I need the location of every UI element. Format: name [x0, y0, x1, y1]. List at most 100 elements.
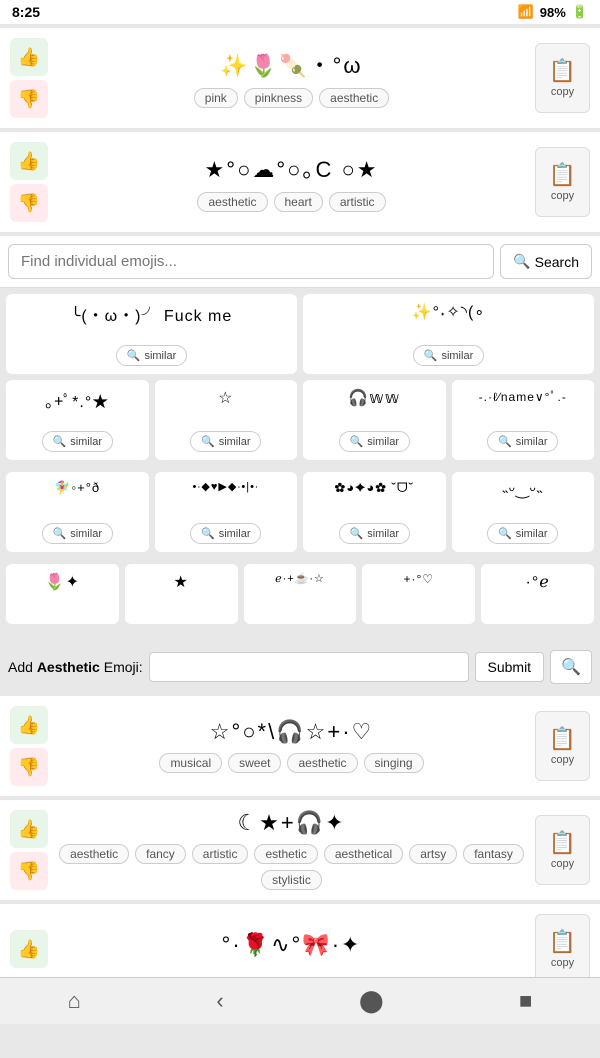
tags-1: pink pinkness aesthetic [56, 88, 527, 108]
vote-buttons-2: 👍 👎 [10, 142, 48, 222]
search-button[interactable]: 🔍 Search [500, 244, 592, 279]
time: 8:25 [12, 4, 40, 20]
back-icon: ‹ [216, 988, 223, 1013]
tag: aesthetic [59, 844, 129, 864]
search-icon-small: 🔍 [350, 435, 364, 448]
similar-btn[interactable]: 🔍 similar [487, 523, 558, 544]
tag: sweet [228, 753, 281, 773]
copy-btn-4[interactable]: 📋 copy [535, 815, 590, 885]
search-icon-small: 🔍 [498, 435, 512, 448]
grid-row-1: ｡+ﾟ*.°★ 🔍 similar ☆ 🔍 similar 🎧𝕨𝕨 🔍 simi… [6, 380, 594, 466]
downvote-btn-3[interactable]: 👎 [10, 748, 48, 786]
upvote-btn-3[interactable]: 👍 [10, 706, 48, 744]
grid-cell: 🧚‍♀️◦+°ð 🔍 similar [6, 472, 149, 552]
circle-btn[interactable]: ⬤ [359, 988, 384, 1014]
tag: aesthetical [324, 844, 403, 864]
grid-emoji: ·°ℯ [525, 572, 549, 592]
copy-btn-5[interactable]: 📋 copy [535, 914, 590, 984]
tag: musical [159, 753, 222, 773]
tag: heart [274, 192, 323, 212]
tag: artistic [329, 192, 386, 212]
tag: singing [364, 753, 424, 773]
search-icon: 🔍 [513, 253, 530, 270]
card-content-4: ☾★+🎧✦ aesthetic fancy artistic esthetic … [56, 810, 527, 890]
partial-card-right: ✨°˖✧◝(∘ 🔍 similar [303, 294, 594, 374]
emoji-display-4: ☾★+🎧✦ [56, 810, 527, 836]
search-icon-small: 🔍 [201, 527, 215, 540]
copy-icon: 📋 [549, 929, 576, 955]
downvote-btn-1[interactable]: 👎 [10, 80, 48, 118]
search-input[interactable] [8, 244, 494, 279]
similar-btn[interactable]: 🔍 similar [339, 431, 410, 452]
search-icon-small: 🔍 [201, 435, 215, 448]
grid-emoji: ｡+ﾟ*.°★ [45, 388, 109, 412]
similar-btn[interactable]: 🔍 similar [487, 431, 558, 452]
copy-icon: 📋 [549, 162, 576, 188]
emoji-card-4: 👍 👎 ☾★+🎧✦ aesthetic fancy artistic esthe… [0, 800, 600, 900]
similar-btn-partial-left[interactable]: 🔍 similar [116, 345, 187, 366]
tag: aesthetic [319, 88, 389, 108]
search-icon-small: 🔍 [53, 527, 67, 540]
search-icon-small: 🔍 [53, 435, 67, 448]
grid-cell: 🎧𝕨𝕨 🔍 similar [303, 380, 446, 460]
grid-emoji: 🧚‍♀️◦+°ð [54, 480, 100, 496]
grid-emoji: ℯ·+☕·☆ [275, 572, 325, 585]
copy-btn-1[interactable]: 📋 copy [535, 43, 590, 113]
search-icon-small: 🔍 [498, 527, 512, 540]
bottom-nav: ⌂ ‹ ⬤ ■ [0, 977, 600, 1024]
card-content-3: ☆°○*\🎧☆+·♡ musical sweet aesthetic singi… [56, 719, 527, 773]
similar-btn[interactable]: 🔍 similar [42, 431, 113, 452]
upvote-btn-1[interactable]: 👍 [10, 38, 48, 76]
grid-emoji: 🎧𝕨𝕨 [348, 388, 400, 408]
grid-cell: ˵ᵕ‿ᵕ˵ 🔍 similar [452, 472, 595, 552]
tag: fancy [135, 844, 186, 864]
downvote-btn-4[interactable]: 👎 [10, 852, 48, 890]
similar-btn[interactable]: 🔍 similar [339, 523, 410, 544]
copy-icon: 📋 [549, 726, 576, 752]
similar-btn-partial-right[interactable]: 🔍 similar [413, 345, 484, 366]
tag: pink [194, 88, 238, 108]
grid-emoji: ✿◕✦◕✿ ˘ᗜ˘ [334, 480, 414, 496]
tag: aesthetic [287, 753, 357, 773]
battery-icon: 🔋 [572, 4, 588, 20]
upvote-btn-2[interactable]: 👍 [10, 142, 48, 180]
grid-cell: -.·ℓ∕name∨°ﾟ.- 🔍 similar [452, 380, 595, 460]
grid-cell: ✿◕✦◕✿ ˘ᗜ˘ 🔍 similar [303, 472, 446, 552]
partial-emoji-right: ✨°˖✧◝(∘ [412, 302, 486, 322]
grid-emoji: 🌷✦ [45, 572, 80, 592]
add-emoji-input[interactable] [149, 652, 469, 682]
partial-emoji-left: ╰(・ω・)╯ Fuck me [71, 302, 233, 326]
tag: fantasy [463, 844, 524, 864]
search-icon-btn[interactable]: 🔍 [550, 650, 592, 684]
grid-cell: ☆ 🔍 similar [155, 380, 298, 460]
grid-cell: ｡+ﾟ*.°★ 🔍 similar [6, 380, 149, 460]
square-btn[interactable]: ■ [519, 988, 532, 1014]
similar-btn[interactable]: 🔍 similar [42, 523, 113, 544]
vote-buttons-4: 👍 👎 [10, 810, 48, 890]
grid-cell: +·°♡ [362, 564, 475, 624]
grid-row-2: 🧚‍♀️◦+°ð 🔍 similar •∙◆♥▶◆∙•|•∙ 🔍 similar… [6, 472, 594, 558]
vote-buttons-5: 👍 [10, 930, 48, 968]
card-content-1: ✨🌷🍡・°ω pink pinkness aesthetic [56, 48, 527, 108]
upvote-btn-4[interactable]: 👍 [10, 810, 48, 848]
circle-icon: ⬤ [359, 988, 384, 1013]
add-emoji-bar: Add Aesthetic Emoji: Submit 🔍 [0, 642, 600, 692]
downvote-btn-2[interactable]: 👎 [10, 184, 48, 222]
home-btn[interactable]: ⌂ [68, 988, 81, 1014]
tag: pinkness [244, 88, 313, 108]
add-label: Add Aesthetic Emoji: [8, 659, 143, 675]
emoji-display-5: °·🌹∿°🎀·✦ [56, 932, 527, 958]
card-content-5: °·🌹∿°🎀·✦ [56, 932, 527, 966]
submit-btn[interactable]: Submit [475, 652, 545, 682]
back-btn[interactable]: ‹ [216, 988, 223, 1014]
similar-btn[interactable]: 🔍 similar [190, 431, 261, 452]
search-icon-small: 🔍 [127, 349, 141, 362]
copy-icon: 📋 [549, 58, 576, 84]
status-bar: 8:25 📶 98% 🔋 [0, 0, 600, 24]
copy-btn-2[interactable]: 📋 copy [535, 147, 590, 217]
vote-buttons-3: 👍 👎 [10, 706, 48, 786]
similar-btn[interactable]: 🔍 similar [190, 523, 261, 544]
copy-btn-3[interactable]: 📋 copy [535, 711, 590, 781]
emoji-card-1: 👍 👎 ✨🌷🍡・°ω pink pinkness aesthetic 📋 cop… [0, 28, 600, 128]
upvote-btn-5[interactable]: 👍 [10, 930, 48, 968]
